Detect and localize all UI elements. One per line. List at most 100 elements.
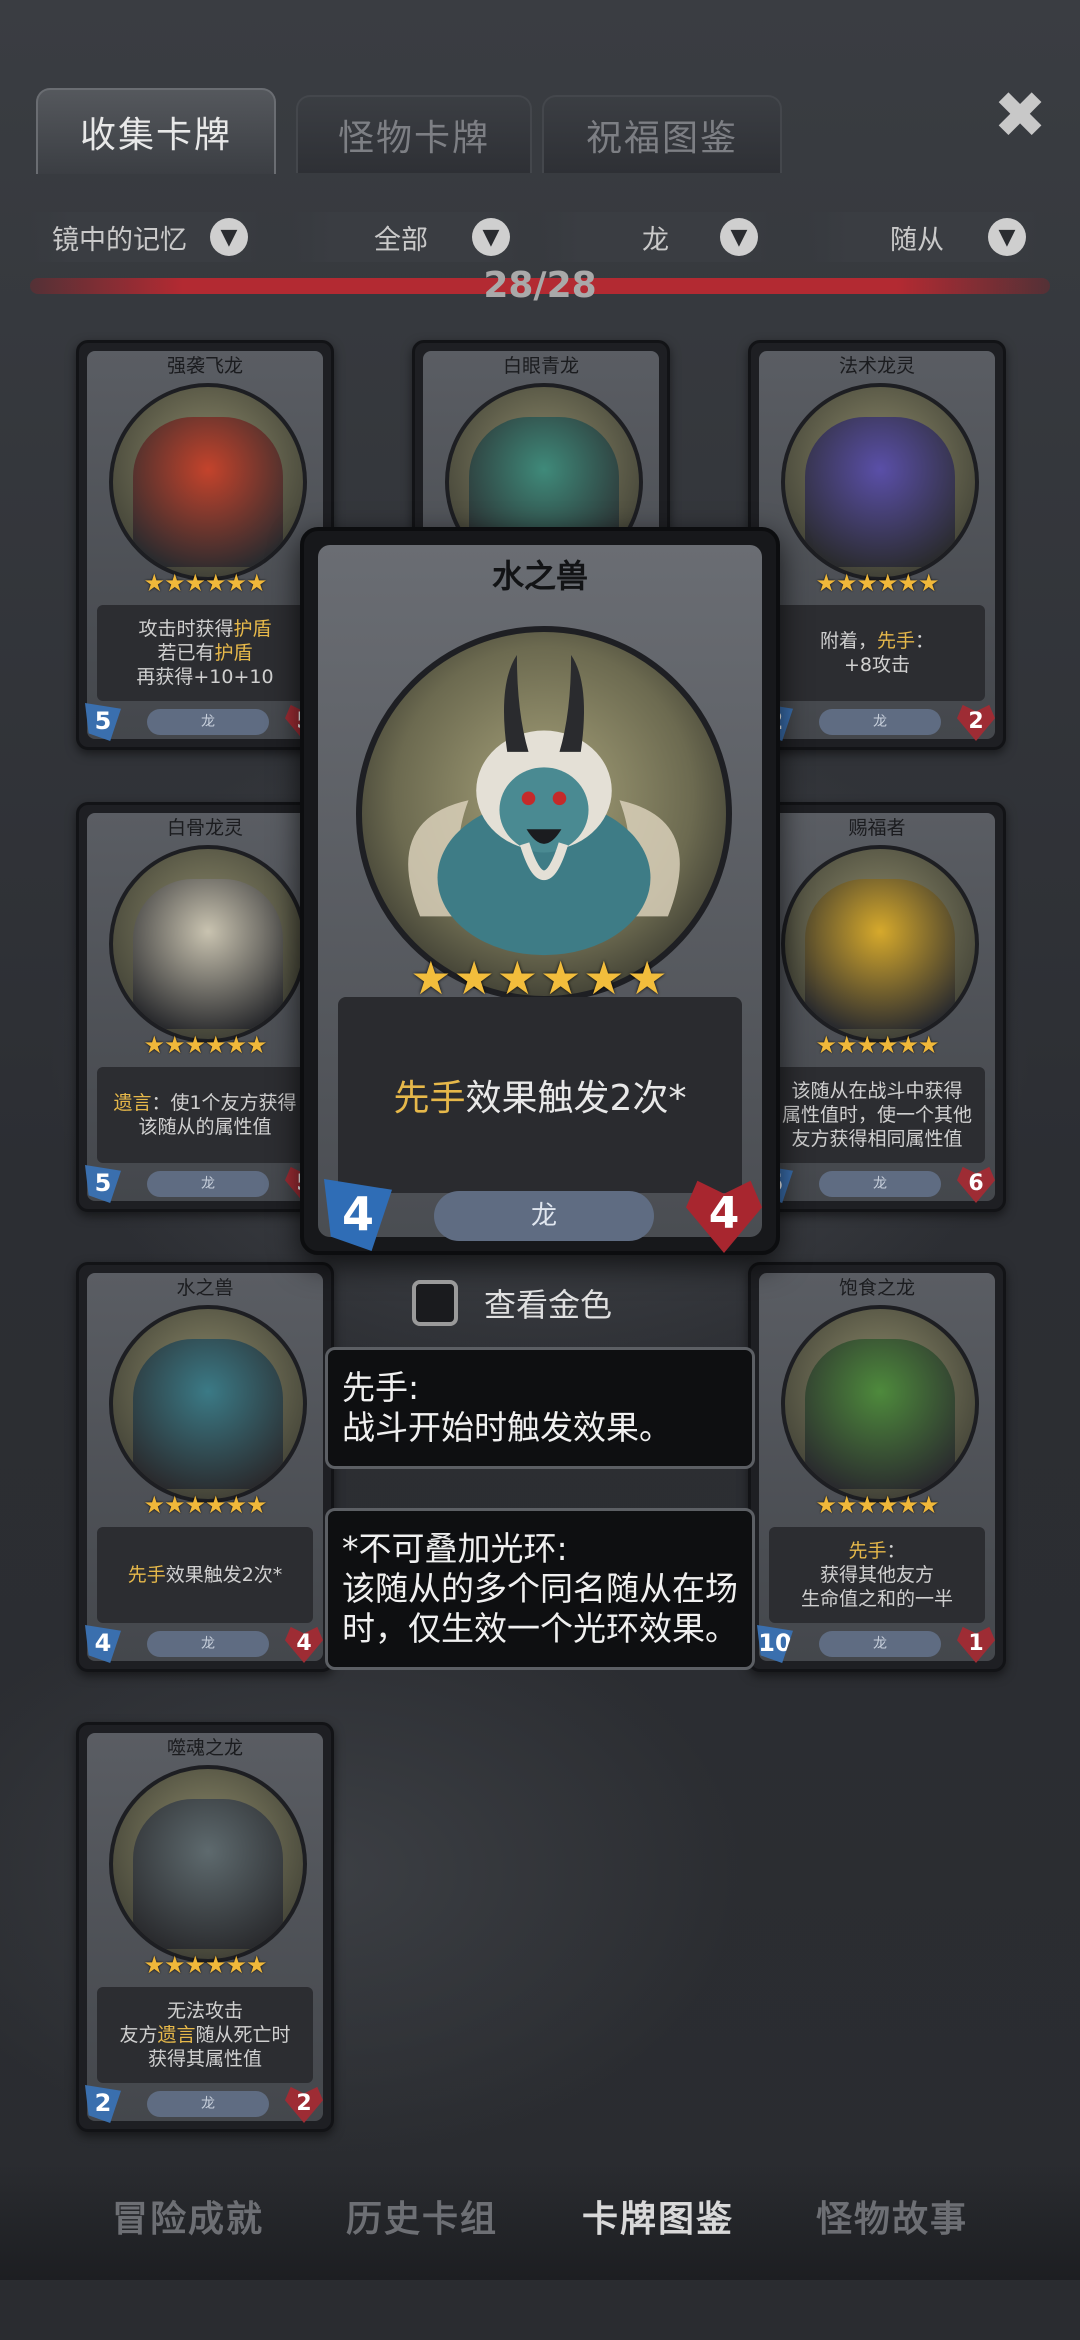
monster-illustration xyxy=(133,1799,283,1949)
card-portrait xyxy=(109,1305,307,1503)
card-detail-portrait xyxy=(356,626,732,1002)
filter-label: 龙 xyxy=(642,224,669,256)
card-detail-tribe: 龙 xyxy=(434,1191,654,1241)
filter-all[interactable]: 全部 ▼ xyxy=(292,212,522,262)
card-description-line: 该随从的属性值 xyxy=(138,1116,272,1138)
health-value: 4 xyxy=(296,1631,312,1656)
card-description: 先手效果触发2次* xyxy=(97,1527,313,1623)
nav-history-decks[interactable]: 历史卡组 xyxy=(322,2190,522,2242)
card-stars: ★★★★★★ xyxy=(143,1491,267,1519)
card-description: 先手： 获得其他友方 生命值之和的一半 xyxy=(769,1527,985,1623)
nav-card-codex[interactable]: 卡牌图鉴 xyxy=(558,2190,758,2242)
view-gold-toggle[interactable]: 查看金色 xyxy=(412,1268,662,1338)
card-description-line: 先手： xyxy=(848,1540,906,1562)
tab-blessing-codex[interactable]: 祝福图鉴 xyxy=(542,95,782,173)
filter-dragon[interactable]: 龙 ▼ xyxy=(540,212,770,262)
nav-adventure-achievements[interactable]: 冒险成就 xyxy=(88,2190,288,2242)
card-description-line: 该随从在战斗中获得 xyxy=(791,1080,963,1102)
collection-card[interactable]: 饱食之龙 ★★★★★★ 先手： 获得其他友方 生命值之和的一半 10 龙 1 xyxy=(748,1262,1006,1672)
close-icon[interactable]: ✖ xyxy=(990,84,1050,148)
collection-card[interactable]: 法术龙灵★★★★★★附着，先手：+8攻击2龙2 xyxy=(748,340,1006,750)
card-tribe: 龙 xyxy=(147,1631,269,1657)
monster-illustration xyxy=(133,417,283,567)
card-name: 饱食之龙 xyxy=(838,1277,915,1299)
card-detail-overlay: 水之兽 ★★★★★★ 先手 效果触发2次* 4 龙 4 xyxy=(300,527,780,1255)
card-detail-desc-text: 效果触发2次* xyxy=(465,1078,687,1119)
card-detail-description: 先手 效果触发2次* xyxy=(338,997,742,1193)
card-portrait xyxy=(109,1765,307,1963)
filter-minion[interactable]: 随从 ▼ xyxy=(808,212,1038,262)
health-value: 6 xyxy=(968,1171,984,1196)
card-description-line: 友方获得相同属性值 xyxy=(791,1128,963,1150)
monster-illustration xyxy=(805,1339,955,1489)
card-detail-name: 水之兽 xyxy=(491,557,588,595)
collection-card[interactable]: 赐福者★★★★★★该随从在战斗中获得属性值时，使一个其他友方获得相同属性值5龙6 xyxy=(748,802,1006,1212)
health-value: 4 xyxy=(708,1188,740,1239)
card-description-line: 属性值时，使一个其他 xyxy=(781,1104,972,1126)
collection-card[interactable]: 噬魂之龙 ★★★★★★ 无法攻击 友方遗言随从死亡时 获得其属性值 2 龙 2 xyxy=(76,1722,334,2132)
tooltip-title: *不可叠加光环: xyxy=(342,1529,568,1568)
funnel-icon: ▼ xyxy=(210,218,248,256)
collection-card[interactable]: 强袭飞龙★★★★★★攻击时获得护盾若已有护盾再获得+10+105龙5 xyxy=(76,340,334,750)
card-name: 白眼青龙 xyxy=(502,355,579,377)
attack-value: 4 xyxy=(94,1629,112,1657)
health-value: 1 xyxy=(968,1631,984,1656)
card-stars: ★★★★★★ xyxy=(815,1491,939,1519)
card-name: 赐福者 xyxy=(848,817,906,839)
card-portrait xyxy=(109,845,307,1043)
collection-progress-text: 28/28 xyxy=(483,265,597,306)
card-description-line: 若已有护盾 xyxy=(157,642,253,664)
attack-value: 5 xyxy=(94,1169,112,1197)
tooltip-first-strike: 先手: 战斗开始时触发效果。 xyxy=(325,1347,755,1469)
card-description-line: 友方遗言随从死亡时 xyxy=(119,2024,291,2046)
view-gold-checkbox[interactable] xyxy=(412,1280,458,1326)
card-tribe: 龙 xyxy=(819,1171,941,1197)
card-description-line: 获得其他友方 xyxy=(819,1564,934,1586)
card-description-line: 附着，先手： xyxy=(819,630,935,652)
card-description: 该随从在战斗中获得 属性值时，使一个其他 友方获得相同属性值 xyxy=(769,1067,985,1163)
collection-card[interactable]: 白骨龙灵★★★★★★遗言：使1个友方获得该随从的属性值5龙5 xyxy=(76,802,334,1212)
funnel-icon: ▼ xyxy=(472,218,510,256)
filter-label: 全部 xyxy=(374,224,428,256)
card-tribe: 龙 xyxy=(819,1631,941,1657)
card-portrait xyxy=(109,383,307,581)
card-description: 附着，先手： +8攻击 xyxy=(769,605,985,701)
card-description: 遗言：使1个友方获得 该随从的属性值 xyxy=(97,1067,313,1163)
card-description-line: 攻击时获得护盾 xyxy=(138,618,272,640)
filter-memory[interactable]: 镜中的记忆 ▼ xyxy=(30,212,260,262)
funnel-icon: ▼ xyxy=(988,218,1026,256)
card-name: 强袭飞龙 xyxy=(166,355,243,377)
card-tribe: 龙 xyxy=(147,709,269,735)
card-description-line: 无法攻击 xyxy=(166,2000,243,2022)
attack-value: 4 xyxy=(341,1187,374,1241)
card-portrait xyxy=(781,1305,979,1503)
monster-illustration xyxy=(133,1339,283,1489)
card-description-line: 再获得+10+10 xyxy=(136,666,274,688)
card-description-line: +8攻击 xyxy=(843,654,910,676)
card-name: 法术龙灵 xyxy=(838,355,915,377)
tab-monster-cards[interactable]: 怪物卡牌 xyxy=(296,95,532,173)
health-value: 2 xyxy=(296,2091,312,2116)
card-stars: ★★★★★★ xyxy=(143,1031,267,1059)
card-description-line: 先手效果触发2次* xyxy=(127,1564,283,1586)
card-name: 水之兽 xyxy=(176,1277,234,1299)
card-tribe: 龙 xyxy=(819,709,941,735)
card-name: 噬魂之龙 xyxy=(166,1737,243,1759)
keyword-first-strike[interactable]: 先手 xyxy=(394,1069,466,1121)
tooltip-body: 战斗开始时触发效果。 xyxy=(342,1408,672,1447)
card-description-line: 生命值之和的一半 xyxy=(800,1588,953,1610)
card-portrait xyxy=(781,383,979,581)
water-beast-illustration xyxy=(408,655,680,956)
card-tribe: 龙 xyxy=(147,1171,269,1197)
card-description: 攻击时获得护盾 若已有护盾 再获得+10+10 xyxy=(97,605,313,701)
card-name: 白骨龙灵 xyxy=(166,817,243,839)
card-portrait xyxy=(781,845,979,1043)
card-description-line: 遗言：使1个友方获得 xyxy=(113,1092,297,1114)
tab-collect-cards[interactable]: 收集卡牌 xyxy=(36,88,276,174)
tooltip-non-stacking-aura: *不可叠加光环: 该随从的多个同名随从在场时，仅生效一个光环效果。 xyxy=(325,1508,755,1670)
card-description: 无法攻击 友方遗言随从死亡时 获得其属性值 xyxy=(97,1987,313,2083)
collection-card[interactable]: 水之兽 ★★★★★★ 先手效果触发2次* 4 龙 4 xyxy=(76,1262,334,1672)
card-stars: ★★★★★★ xyxy=(815,1031,939,1059)
nav-monster-stories[interactable]: 怪物故事 xyxy=(792,2190,992,2242)
filter-label: 随从 xyxy=(890,224,944,256)
